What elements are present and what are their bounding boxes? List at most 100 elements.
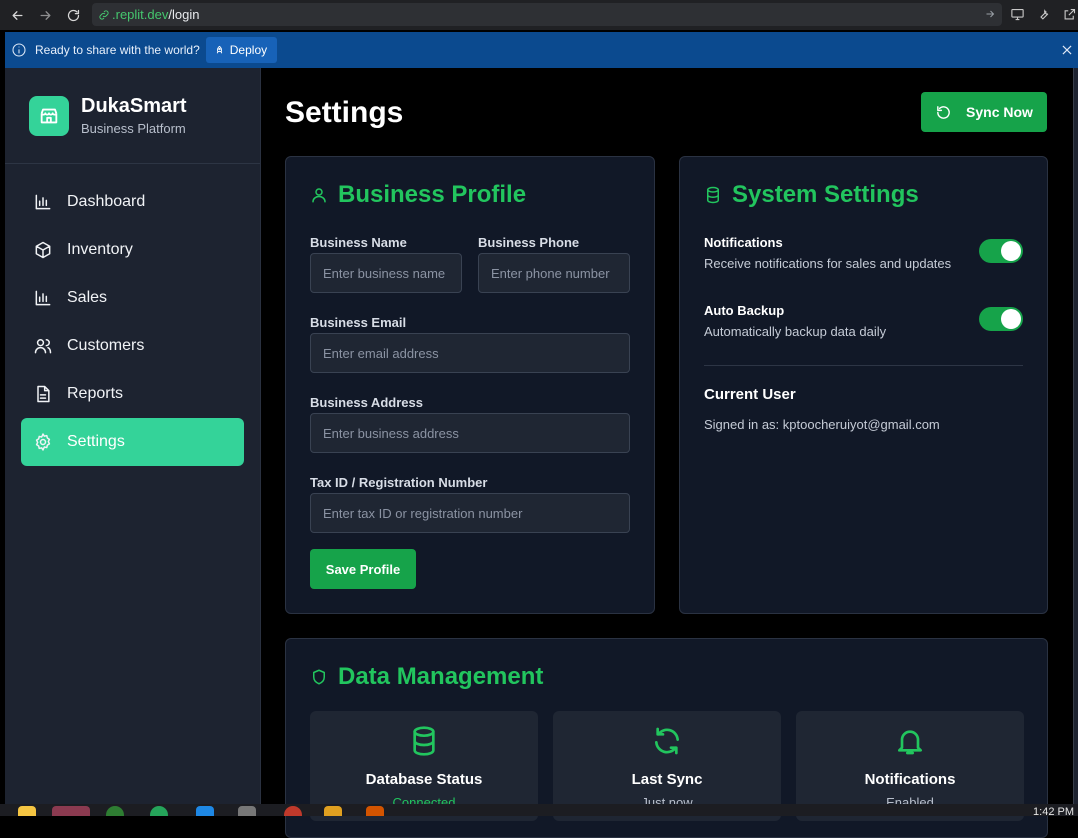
wrench-icon[interactable] xyxy=(1034,5,1052,23)
sidebar-item-label: Settings xyxy=(67,433,125,450)
toggle-knob xyxy=(1001,241,1021,261)
stat-title: Last Sync xyxy=(631,771,703,788)
business-email-input[interactable]: Enter email address xyxy=(310,333,630,373)
brand: DukaSmart Business Platform xyxy=(5,68,260,164)
business-name-input[interactable]: Enter business name xyxy=(310,253,462,293)
system-settings-title: System Settings xyxy=(704,181,919,209)
taskbar-app-icon[interactable] xyxy=(196,806,214,816)
deploy-banner: Ready to share with the world? Deploy xyxy=(5,32,1078,68)
monitor-icon[interactable] xyxy=(1008,5,1026,23)
go-arrow-icon[interactable] xyxy=(984,8,996,20)
link-icon xyxy=(98,9,110,21)
refresh-icon xyxy=(937,105,950,119)
stat-title: Notifications xyxy=(864,771,956,788)
divider xyxy=(704,365,1023,366)
back-icon[interactable] xyxy=(6,4,28,26)
sidebar-item-customers[interactable]: Customers xyxy=(21,322,244,370)
data-management-title: Data Management xyxy=(310,663,543,691)
user-icon xyxy=(312,188,326,203)
taskbar-app-icon[interactable] xyxy=(18,806,36,816)
business-phone-input[interactable]: Enter phone number xyxy=(478,253,630,293)
save-profile-button[interactable]: Save Profile xyxy=(310,549,416,589)
sidebar: DukaSmart Business Platform Dashboard In… xyxy=(5,68,261,816)
forward-icon[interactable] xyxy=(34,4,56,26)
sidebar-item-reports[interactable]: Reports xyxy=(21,370,244,418)
url-path: /login xyxy=(168,7,200,22)
auto-backup-toggle[interactable] xyxy=(979,307,1023,331)
refresh-icon xyxy=(651,725,683,759)
auto-backup-setting-title: Auto Backup xyxy=(704,303,785,318)
bell-icon xyxy=(894,725,926,759)
taskbar-app-icon[interactable] xyxy=(238,806,256,816)
notifications-setting-desc: Receive notifications for sales and upda… xyxy=(704,256,952,271)
card-title-text: System Settings xyxy=(732,181,919,208)
brand-name: DukaSmart xyxy=(81,95,187,117)
reload-icon[interactable] xyxy=(62,4,84,26)
taskbar-clock: 1:42 PM xyxy=(1033,806,1074,816)
sidebar-nav: Dashboard Inventory Sales Customers Repo… xyxy=(5,164,260,466)
taskbar-app-icon[interactable] xyxy=(150,806,168,816)
database-icon xyxy=(707,186,719,204)
current-user-title: Current User xyxy=(704,386,796,403)
notifications-toggle[interactable] xyxy=(979,239,1023,263)
sidebar-item-sales[interactable]: Sales xyxy=(21,274,244,322)
toggle-knob xyxy=(1001,309,1021,329)
taskbar-app-icon[interactable] xyxy=(106,806,124,816)
brand-subtitle: Business Platform xyxy=(81,121,186,136)
business-email-label: Business Email xyxy=(310,315,407,330)
main-content: Settings Sync Now Business Profile Busin… xyxy=(261,68,1073,838)
deploy-button[interactable]: Deploy xyxy=(205,37,278,63)
sidebar-item-inventory[interactable]: Inventory xyxy=(21,226,244,274)
browser-tools xyxy=(1008,5,1078,23)
sync-now-button[interactable]: Sync Now xyxy=(921,92,1047,132)
gear-icon xyxy=(35,433,51,451)
sidebar-item-settings[interactable]: Settings xyxy=(21,418,244,466)
users-icon xyxy=(34,339,52,354)
page-title: Settings xyxy=(285,96,404,129)
bar-chart-icon xyxy=(35,194,51,210)
file-icon xyxy=(37,385,50,403)
right-scroll-strip xyxy=(1073,68,1078,816)
sidebar-item-label: Sales xyxy=(67,289,108,306)
business-profile-card: Business Profile Business Name Enter bus… xyxy=(285,156,655,614)
sidebar-item-label: Customers xyxy=(67,337,145,354)
auto-backup-setting-desc: Automatically backup data daily xyxy=(704,324,887,339)
taskbar-app-icon[interactable] xyxy=(52,806,90,816)
taskbar-app-icon[interactable] xyxy=(324,806,342,816)
current-user-email: Signed in as: kptoocheruiyot@gmail.com xyxy=(704,417,940,432)
tax-id-label: Tax ID / Registration Number xyxy=(310,475,488,490)
database-icon xyxy=(408,725,440,759)
stat-title: Database Status xyxy=(365,771,483,788)
sidebar-item-dashboard[interactable]: Dashboard xyxy=(21,178,244,226)
banner-message: Ready to share with the world? xyxy=(35,43,200,57)
business-profile-title: Business Profile xyxy=(310,181,526,209)
shield-icon xyxy=(313,669,325,685)
taskbar-app-icon[interactable] xyxy=(366,806,384,816)
box-icon xyxy=(35,241,51,259)
sync-label: Sync Now xyxy=(966,104,1033,120)
bar-chart-icon xyxy=(35,290,51,306)
system-settings-card: System Settings Notifications Receive no… xyxy=(679,156,1048,614)
sidebar-item-label: Inventory xyxy=(67,241,133,258)
notifications-setting-title: Notifications xyxy=(704,235,783,250)
close-icon[interactable] xyxy=(1060,43,1074,57)
info-icon xyxy=(11,42,27,58)
sidebar-item-label: Dashboard xyxy=(67,193,146,210)
business-name-label: Business Name xyxy=(310,235,407,250)
address-bar[interactable]: .replit.dev/login xyxy=(92,3,1002,26)
deploy-label: Deploy xyxy=(229,43,268,57)
sidebar-item-label: Reports xyxy=(67,385,124,402)
browser-toolbar: .replit.dev/login xyxy=(0,0,1078,30)
card-title-text: Data Management xyxy=(338,663,544,690)
tax-id-input[interactable]: Enter tax ID or registration number xyxy=(310,493,630,533)
business-address-input[interactable]: Enter business address xyxy=(310,413,630,453)
taskbar: 1:42 PM xyxy=(0,804,1078,816)
taskbar-app-icon[interactable] xyxy=(284,806,302,816)
rocket-icon xyxy=(216,45,222,53)
card-title-text: Business Profile xyxy=(338,181,527,208)
business-address-label: Business Address xyxy=(310,395,423,410)
store-icon xyxy=(29,95,69,136)
url-host: .replit.dev xyxy=(112,7,169,22)
external-link-icon[interactable] xyxy=(1060,5,1078,23)
business-phone-label: Business Phone xyxy=(478,235,580,250)
